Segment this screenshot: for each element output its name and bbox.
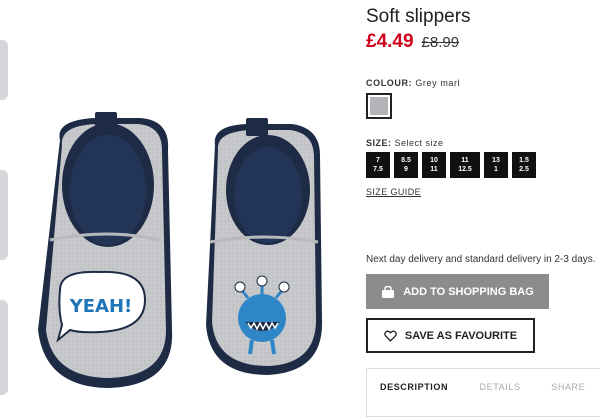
left-slipper: YEAH! <box>38 112 173 388</box>
colour-label-key: COLOUR: <box>366 78 413 88</box>
size-bottom: 9 <box>404 166 408 173</box>
heart-icon <box>384 330 397 342</box>
save-favourite-button[interactable]: SAVE AS FAVOURITE <box>366 318 535 353</box>
shopping-bag-icon <box>382 285 395 298</box>
colour-label: COLOUR: Grey marl <box>366 78 460 88</box>
product-image[interactable]: YEAH! <box>0 0 350 417</box>
swatch-fill <box>370 97 388 115</box>
thumbnail-edge[interactable] <box>0 40 8 100</box>
speech-bubble-text: YEAH! <box>69 296 133 317</box>
size-options: 7 7.5 8.5 9 10 11 11 12.5 13 1 1.5 2.5 <box>366 152 536 178</box>
tab-description[interactable]: DESCRIPTION <box>367 369 467 416</box>
product-info-tabs: DESCRIPTION DETAILS SHARE <box>366 368 600 417</box>
size-top: 7 <box>376 157 380 164</box>
colour-value: Grey marl <box>415 78 461 88</box>
size-top: 1.5 <box>519 157 529 164</box>
size-bottom: 2.5 <box>519 166 529 173</box>
add-to-bag-label: ADD TO SHOPPING BAG <box>403 285 534 298</box>
delivery-info: Next day delivery and standard delivery … <box>366 254 596 265</box>
thumbnail-edge[interactable] <box>0 170 8 260</box>
size-bottom: 12.5 <box>458 166 472 173</box>
size-top: 10 <box>430 157 438 164</box>
size-top: 13 <box>492 157 500 164</box>
price-row: £4.49 £8.99 <box>366 31 459 53</box>
size-option[interactable]: 11 12.5 <box>450 152 480 178</box>
save-favourite-label: SAVE AS FAVOURITE <box>404 329 518 342</box>
slippers-illustration: YEAH! <box>38 112 323 388</box>
colour-swatch-grey-marl[interactable] <box>366 93 392 119</box>
add-to-bag-button[interactable]: ADD TO SHOPPING BAG <box>366 274 549 309</box>
size-label-key: SIZE: <box>366 138 392 148</box>
size-option[interactable]: 13 1 <box>484 152 508 178</box>
right-slipper <box>206 118 323 375</box>
size-guide-link[interactable]: SIZE GUIDE <box>366 187 421 197</box>
size-top: 8.5 <box>401 157 411 164</box>
size-bottom: 1 <box>494 166 498 173</box>
size-bottom: 7.5 <box>373 166 383 173</box>
tab-details[interactable]: DETAILS <box>467 369 539 416</box>
size-prompt: Select size <box>394 138 444 148</box>
size-option[interactable]: 7 7.5 <box>366 152 390 178</box>
size-option[interactable]: 8.5 9 <box>394 152 418 178</box>
size-bottom: 11 <box>430 166 438 173</box>
size-option[interactable]: 1.5 2.5 <box>512 152 536 178</box>
tab-share[interactable]: SHARE <box>538 369 600 416</box>
original-price: £8.99 <box>421 34 460 51</box>
size-top: 11 <box>461 157 469 164</box>
thumbnail-edge[interactable] <box>0 300 8 395</box>
sale-price: £4.49 <box>366 31 414 52</box>
size-label: SIZE: Select size <box>366 138 444 148</box>
size-option[interactable]: 10 11 <box>422 152 446 178</box>
product-title: Soft slippers <box>366 6 471 27</box>
